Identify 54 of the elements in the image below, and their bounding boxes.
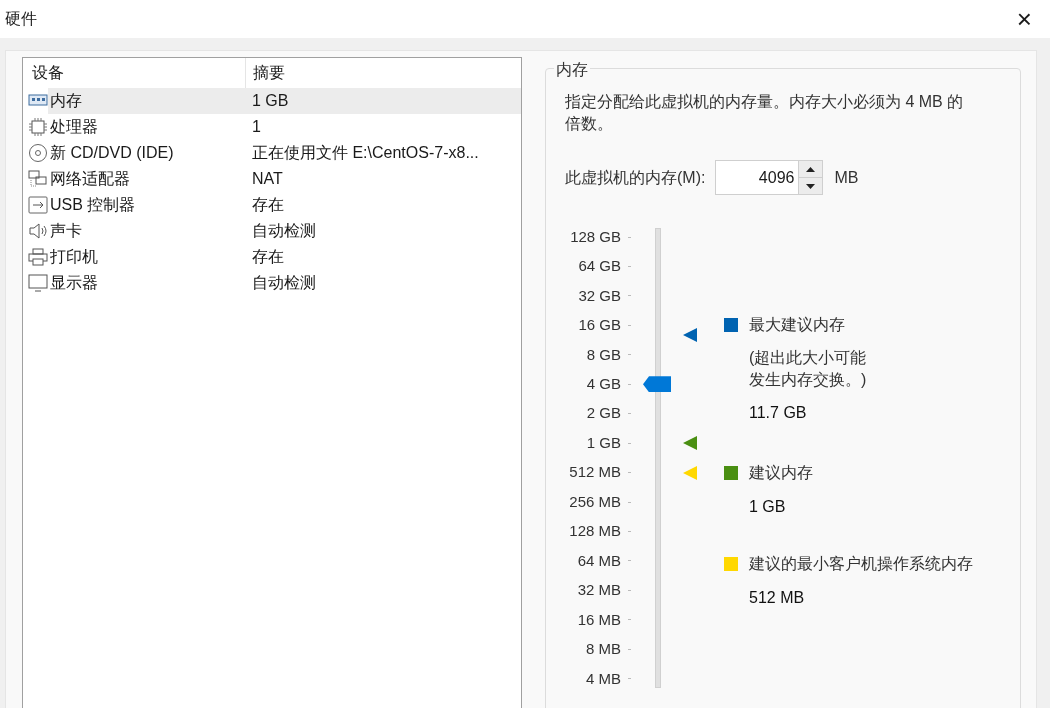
spin-down-button[interactable] bbox=[799, 178, 823, 194]
tick-label: 16 GB bbox=[578, 315, 621, 336]
tick-label: 2 GB bbox=[586, 403, 621, 424]
tick-label: 8 GB bbox=[586, 344, 621, 365]
field-label: 此虚拟机的内存(M): bbox=[565, 167, 706, 188]
unit-label: MB bbox=[834, 167, 859, 188]
usb-icon bbox=[28, 195, 48, 215]
marker-arrow-icon bbox=[683, 465, 697, 480]
legend-value: 1 GB bbox=[749, 497, 787, 517]
marker-arrow-icon bbox=[683, 328, 697, 343]
window-title: 硬件 bbox=[5, 9, 37, 29]
down-arrow-icon bbox=[806, 183, 816, 189]
tick-label: 16 MB bbox=[577, 609, 621, 630]
device-row[interactable]: 打印机 存在 bbox=[48, 244, 521, 270]
tick-label: 64 GB bbox=[578, 256, 621, 277]
chip-icon bbox=[28, 117, 48, 137]
device-row[interactable]: 新 CD/DVD (IDE) 正在使用文件 E:\CentOS-7-x8... bbox=[48, 140, 521, 166]
tick-label: 32 GB bbox=[578, 285, 621, 306]
device-row[interactable]: 内存 1 GB bbox=[48, 88, 521, 114]
spin-up-button[interactable] bbox=[799, 161, 823, 178]
tick-label: 8 MB bbox=[586, 639, 621, 660]
marker-arrow-icon bbox=[683, 436, 697, 451]
tick-label: 4 GB bbox=[586, 374, 621, 394]
network-icon bbox=[28, 169, 48, 189]
device-row[interactable]: 声卡 自动检测 bbox=[48, 218, 521, 244]
device-row[interactable]: USB 控制器 存在 bbox=[48, 192, 521, 218]
column-header[interactable]: 摘要 bbox=[246, 58, 521, 88]
legend-value: 512 MB bbox=[749, 588, 806, 608]
legend-value: 11.7 GB bbox=[749, 403, 808, 423]
tick-label: 512 MB bbox=[569, 462, 621, 483]
speaker-icon bbox=[28, 221, 48, 241]
device-row[interactable]: 网络适配器 NAT bbox=[48, 166, 521, 192]
tick-label: 32 MB bbox=[577, 580, 621, 601]
legend-label: 建议内存 bbox=[749, 463, 813, 483]
memory-spinbox[interactable]: 4096 bbox=[715, 160, 824, 195]
legend-label: 最大建议内存 bbox=[749, 315, 845, 335]
tick-label: 256 MB bbox=[569, 491, 621, 512]
device-row[interactable]: 处理器 1 bbox=[48, 114, 521, 140]
legend-note: 发生内存交换。) bbox=[749, 370, 868, 390]
device-row[interactable]: 显示器 自动检测 bbox=[48, 270, 521, 296]
up-arrow-icon bbox=[806, 166, 816, 172]
tick-label: 128 MB bbox=[569, 521, 621, 542]
monitor-icon bbox=[28, 273, 48, 293]
tick-label: 128 GB bbox=[570, 226, 621, 247]
slider-thumb[interactable] bbox=[643, 376, 671, 393]
printer-icon bbox=[28, 247, 48, 267]
description-text: 指定分配给此虚拟机的内存量。内存大小必须为 4 MB 的倍数。 bbox=[565, 92, 965, 134]
tick-label: 4 MB bbox=[586, 668, 621, 689]
legend-note: (超出此大小可能 bbox=[749, 348, 868, 368]
close-button[interactable]: × bbox=[1012, 6, 1036, 32]
tick-label: 1 GB bbox=[586, 432, 621, 453]
tick-label: 64 MB bbox=[577, 550, 621, 571]
disc-icon bbox=[28, 143, 48, 163]
legend-label: 建议的最小客户机操作系统内存 bbox=[749, 554, 973, 574]
